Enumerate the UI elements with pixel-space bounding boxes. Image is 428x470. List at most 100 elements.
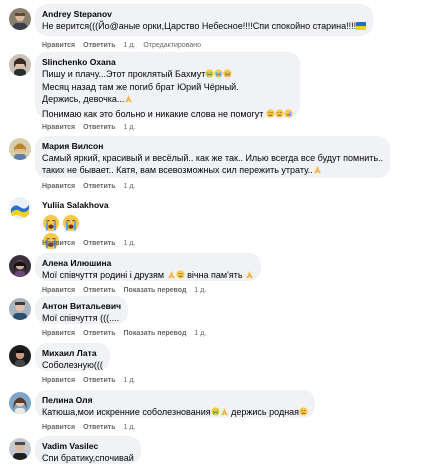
avatar[interactable] [9,298,31,320]
comment-line: Мої співчуття родині і друзям [42,270,165,280]
comment-line: Пишу и плачу...Этот проклятый Бахмут [42,69,206,79]
comment-author[interactable]: Andrey Stepanov [42,9,366,20]
avatar[interactable] [9,8,31,30]
translate-button[interactable]: Показать перевод [124,330,187,337]
comment-author[interactable]: Антон Витальевич [42,301,121,312]
comment-time[interactable]: 1 д. [124,377,136,384]
comment-text: Катюша,мои искренние соболезнования держ… [42,406,308,419]
comment-author[interactable]: Мария Вилсон [42,141,383,152]
avatar[interactable] [9,197,31,219]
like-button[interactable]: Нравится [42,287,75,294]
comment-line: держись родная [231,407,300,417]
comment-text: Пишу и плачу...Этот проклятый Бахмут Мес… [42,68,293,121]
comment-bubble: Slinchenko Oxana Пишу и плачу...Этот про… [35,52,300,121]
reply-button[interactable]: Ответить [83,330,115,337]
comment-line: Понимаю как это больно и никакие слова н… [42,109,264,119]
crying-face-icon [284,109,293,121]
avatar[interactable] [9,255,31,277]
like-button[interactable]: Нравится [42,330,75,337]
crying-face-icon [42,214,60,232]
praying-hands-icon [220,407,229,419]
comment-author[interactable]: Slinchenko Oxana [42,57,293,68]
comment-line: Месяц назад там же погиб брат Юрий Чёрны… [42,82,239,92]
comment-author[interactable]: Vadim Vasilec [42,441,134,452]
avatar[interactable] [9,392,31,414]
comment-time[interactable]: 1 д. [124,124,136,131]
like-button[interactable]: Нравится [42,424,75,431]
comment-author[interactable]: Yuliia Salakhova [42,200,109,211]
crying-face-icon [205,69,215,81]
reply-button[interactable]: Ответить [83,287,115,294]
sad-face-icon [299,407,308,419]
comment-time[interactable]: 1 д. [124,424,136,431]
crying-face-icon [223,69,233,81]
comment-bubble: Антон Витальевич Мої співчуття (((.... [35,296,129,324]
comment-line: Самый яркий, красивый и весёлый.. как же… [42,153,384,163]
comment-line: Не верится(((Йо@аные орки,Царство Небесн… [42,21,357,31]
sad-face-icon [175,270,185,282]
comment-line: Держись, девочка... [42,94,125,104]
comment-text: Самый яркий, красивый и весёлый.. как же… [42,152,383,177]
comment-bubble: Andrey Stepanov Не верится(((Йо@аные орк… [35,4,374,36]
comment-line: Катюша,мои искренние соболезнования [42,407,211,417]
like-button[interactable]: Нравится [42,124,75,131]
comment-actions: Нравится Ответить 1 д. [42,376,143,386]
comment-bubble: Vadim Vasilec Спи братику,спочивай [35,436,141,464]
comment-time[interactable]: 1 д. [194,330,206,337]
comment-bubble: Мария Вилсон Самый яркий, красивый и вес… [35,136,391,178]
sad-face-icon [266,109,275,121]
reply-button[interactable]: Ответить [83,240,115,247]
comment-text: Мої співчуття родині і друзям вічна пам'… [42,269,254,282]
reply-button[interactable]: Ответить [83,377,115,384]
comment-actions: Нравится Ответить 1 д. Отредактировано [42,41,209,51]
sad-face-icon [275,109,284,121]
comment-line: Соболезную((( [42,360,103,370]
comment-time[interactable]: 1 д. [194,287,206,294]
comment-time[interactable]: 1 д. [124,183,136,190]
avatar[interactable] [9,54,31,76]
comment-bubble: Пелина Оля Катюша,мои искренние соболезн… [35,390,316,419]
comment-text: Мої співчуття (((.... [42,312,121,324]
praying-hands-icon [124,94,133,106]
comment-bubble: Михаил Лата Соболезную((( [35,343,110,371]
comments-list: Andrey Stepanov Не верится(((Йо@аные орк… [0,0,428,470]
reply-button[interactable]: Ответить [83,424,115,431]
comment-author[interactable]: Михаил Лата [42,348,103,359]
comment-actions: Нравится Ответить Показать перевод 1 д. [42,329,214,339]
avatar[interactable] [9,138,31,160]
comment-author[interactable]: Пелина Оля [42,395,308,406]
like-button[interactable]: Нравится [42,377,75,384]
reply-button[interactable]: Ответить [83,183,115,190]
reply-button[interactable]: Ответить [83,124,115,131]
comment-line: таких не бывает.. Катя, вам всевозможных… [42,165,313,175]
like-button[interactable]: Нравится [42,183,75,190]
comment-line: Мої співчуття (((.... [42,313,120,323]
crying-face-icon [210,407,220,419]
comment-actions: Нравится Ответить 1 д. [42,423,143,433]
praying-hands-icon [167,270,176,282]
like-button[interactable]: Нравится [42,42,75,49]
comment-bubble: Yuliia Salakhova [35,195,109,250]
comment-author[interactable]: Алена Илюшина [42,258,254,269]
crying-face-icon [214,69,224,81]
avatar[interactable] [9,345,31,367]
comment-time[interactable]: 1 д. [124,42,136,49]
comment-actions: Нравится Ответить Показать перевод 1 д. [42,286,214,296]
comment-bubble: Алена Илюшина Мої співчуття родині і дру… [35,253,262,282]
praying-hands-icon [245,270,254,282]
crying-face-icon [62,214,80,232]
comment-actions: Нравится Ответить 1 д. [42,123,143,133]
comment-line: вічна пам'ять [187,270,243,280]
comment-time[interactable]: 1 д. [124,240,136,247]
ukraine-flag-icon [356,21,367,33]
like-button[interactable]: Нравится [42,240,75,247]
comment-line: Спи братику,спочивай [42,453,134,463]
comment-actions: Нравится Ответить 1 д. [42,239,143,249]
edited-label: Отредактировано [143,42,201,49]
translate-button[interactable]: Показать перевод [124,287,187,294]
avatar[interactable] [9,438,31,460]
praying-hands-icon [313,165,322,177]
comment-text: Спи братику,спочивай [42,452,134,464]
reply-button[interactable]: Ответить [83,42,115,49]
comment-text: Соболезную((( [42,359,103,371]
